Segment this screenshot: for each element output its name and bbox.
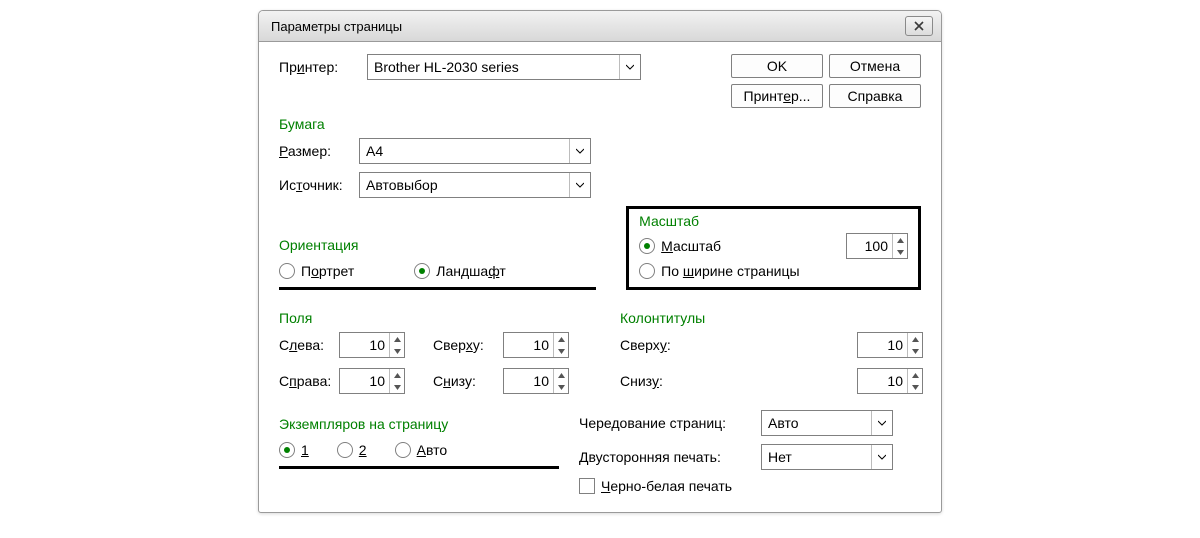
copies-1-radio[interactable]: 1 (279, 442, 309, 458)
headers-group-title: Колонтитулы (620, 310, 921, 326)
scale-percent-input[interactable] (847, 234, 892, 258)
copies-group-title: Экземпляров на страницу (279, 416, 559, 432)
margin-right-input[interactable] (340, 369, 389, 393)
chevron-down-icon (569, 139, 590, 163)
printer-value: Brother HL-2030 series (368, 55, 619, 79)
copies-1-label: 1 (301, 442, 309, 458)
help-button[interactable]: Справка (829, 84, 921, 108)
spinner-up-icon[interactable] (893, 234, 907, 246)
chevron-down-icon (619, 55, 640, 79)
margin-bottom-label: Снизу: (433, 373, 503, 389)
margin-left-label: Слева: (279, 337, 339, 353)
spinner-down-icon[interactable] (390, 345, 404, 357)
chevron-down-icon (871, 445, 892, 469)
duplex-label: Двусторонняя печать: (579, 449, 749, 465)
spinner-down-icon[interactable] (893, 246, 907, 258)
duplex-value: Нет (762, 445, 871, 469)
margin-top-spinner[interactable] (503, 332, 569, 358)
paper-source-combo[interactable]: Автовыбор (359, 172, 591, 198)
margin-bottom-spinner[interactable] (503, 368, 569, 394)
spinner-up-icon[interactable] (390, 369, 404, 381)
header-top-input[interactable] (858, 333, 907, 357)
paper-source-label: Источник: (279, 177, 359, 193)
header-bottom-input[interactable] (858, 369, 907, 393)
copies-auto-label: Авто (417, 442, 448, 458)
margin-right-spinner[interactable] (339, 368, 405, 394)
spinner-down-icon[interactable] (908, 381, 922, 393)
orientation-portrait-label: Портрет (301, 263, 354, 279)
scale-group: Масштаб Масштаб (626, 206, 921, 290)
margins-group-title: Поля (279, 310, 580, 326)
paper-source-value: Автовыбор (360, 173, 569, 197)
orientation-landscape-radio[interactable]: Ландшафт (414, 263, 506, 279)
spinner-down-icon[interactable] (554, 381, 568, 393)
scale-fit-width-radio[interactable]: По ширине страницы (639, 263, 799, 279)
orientation-landscape-label: Ландшафт (436, 263, 506, 279)
spinner-up-icon[interactable] (908, 369, 922, 381)
paper-size-value: A4 (360, 139, 569, 163)
bw-checkbox[interactable]: Черно-белая печать (579, 478, 732, 494)
orientation-portrait-radio[interactable]: Портрет (279, 263, 354, 279)
printer-combo[interactable]: Brother HL-2030 series (367, 54, 641, 80)
margin-left-input[interactable] (340, 333, 389, 357)
window-title: Параметры страницы (267, 19, 905, 34)
header-bottom-label: Снизу: (620, 373, 690, 389)
ok-button[interactable]: OK (731, 54, 823, 78)
cancel-button[interactable]: Отмена (829, 54, 921, 78)
margin-top-label: Сверху: (433, 337, 503, 353)
scale-percent-radio[interactable]: Масштаб (639, 238, 721, 254)
chevron-down-icon (871, 411, 892, 435)
orientation-group-title: Ориентация (279, 237, 596, 253)
copies-auto-radio[interactable]: Авто (395, 442, 448, 458)
margin-top-input[interactable] (504, 333, 553, 357)
interleave-value: Авто (762, 411, 871, 435)
paper-size-label: Размер: (279, 143, 359, 159)
interleave-label: Чередование страниц: (579, 415, 749, 431)
copies-2-radio[interactable]: 2 (337, 442, 367, 458)
spinner-up-icon[interactable] (390, 333, 404, 345)
spinner-down-icon[interactable] (390, 381, 404, 393)
spinner-up-icon[interactable] (908, 333, 922, 345)
paper-size-combo[interactable]: A4 (359, 138, 591, 164)
close-icon (914, 21, 924, 31)
paper-group-title: Бумага (279, 116, 921, 132)
close-button[interactable] (905, 16, 933, 36)
spinner-up-icon[interactable] (554, 369, 568, 381)
margin-bottom-input[interactable] (504, 369, 553, 393)
margin-left-spinner[interactable] (339, 332, 405, 358)
duplex-combo[interactable]: Нет (761, 444, 893, 470)
scale-fit-width-label: По ширине страницы (661, 263, 799, 279)
scale-percent-label: Масштаб (661, 238, 721, 254)
page-setup-dialog: Параметры страницы Принтер: Brother HL-2… (258, 10, 942, 513)
interleave-combo[interactable]: Авто (761, 410, 893, 436)
header-top-spinner[interactable] (857, 332, 923, 358)
chevron-down-icon (569, 173, 590, 197)
titlebar: Параметры страницы (259, 11, 941, 42)
margin-right-label: Справа: (279, 373, 339, 389)
bw-label: Черно-белая печать (601, 478, 732, 494)
spinner-down-icon[interactable] (908, 345, 922, 357)
printer-settings-button[interactable]: Принтер... (731, 84, 823, 108)
printer-label: Принтер: (279, 59, 359, 75)
scale-percent-spinner[interactable] (846, 233, 908, 259)
scale-group-title: Масштаб (639, 213, 908, 229)
header-top-label: Сверху: (620, 337, 690, 353)
copies-2-label: 2 (359, 442, 367, 458)
spinner-down-icon[interactable] (554, 345, 568, 357)
header-bottom-spinner[interactable] (857, 368, 923, 394)
checkbox-box-icon (579, 478, 595, 494)
spinner-up-icon[interactable] (554, 333, 568, 345)
